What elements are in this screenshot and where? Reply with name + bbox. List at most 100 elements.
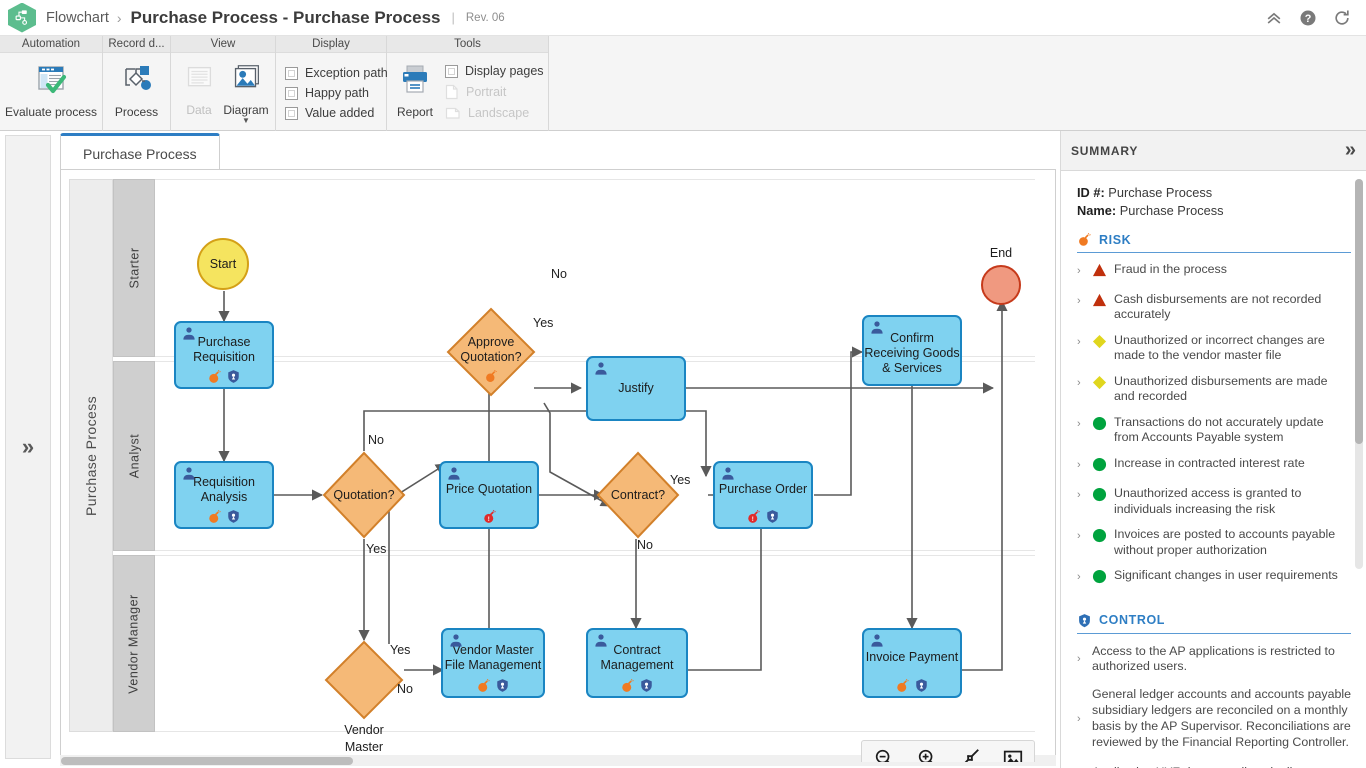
chevron-right-icon[interactable]: › (1077, 415, 1086, 432)
chevron-right-icon[interactable]: › (1077, 292, 1086, 309)
actor-icon (720, 466, 736, 486)
node-quotation-decision[interactable]: Quotation? (322, 451, 406, 539)
ribbon-group-display: Display Exception path Happy path Value … (276, 36, 388, 131)
edge-label-quotation-yes: Yes (366, 542, 387, 556)
node-purchase-requisition[interactable]: Purchase Requisition (174, 321, 274, 389)
diagram-view-label: Diagram (223, 103, 269, 117)
node-label: Purchase Requisition (193, 335, 255, 364)
evaluate-process-button[interactable]: Evaluate process (5, 59, 97, 121)
risk-item-text: Unauthorized or incorrect changes are ma… (1114, 332, 1325, 363)
node-purchase-order[interactable]: Purchase Order ! (713, 461, 813, 529)
summary-id-row: ID #: Purchase Process (1077, 185, 1351, 200)
control-item[interactable]: › Application XYZ does not allow duplica… (1077, 757, 1351, 768)
data-view-button[interactable]: Data (177, 59, 221, 119)
chevron-down-icon[interactable]: ▼ (242, 117, 250, 125)
node-vendor-master-file-management[interactable]: Vendor Master File Management (441, 628, 545, 698)
chevron-right-icon[interactable]: › (1077, 652, 1086, 666)
edge-label-approve-yes: Yes (533, 316, 554, 330)
scrollbar-thumb[interactable] (1355, 179, 1363, 444)
display-pages-checkbox[interactable]: Display pages (445, 64, 544, 78)
chevron-right-icon[interactable]: › (1077, 712, 1086, 726)
risk-item[interactable]: › Increase in contracted interest rate (1077, 451, 1351, 482)
left-panel-rail: » (0, 131, 56, 768)
value-added-checkbox[interactable]: Value added (285, 106, 388, 120)
fit-to-screen-button[interactable] (955, 745, 985, 762)
risk-item[interactable]: › Unauthorized or incorrect changes are … (1077, 328, 1351, 369)
node-invoice-payment[interactable]: Invoice Payment (862, 628, 962, 698)
risk-item[interactable]: › Unauthorized access is granted to indi… (1077, 481, 1351, 522)
chevron-right-icon[interactable]: › (1077, 374, 1086, 391)
diagram-frame[interactable]: Purchase Process Starter Analyst Vendor … (60, 169, 1056, 763)
diagram-view-button[interactable]: Diagram ▼ (223, 59, 269, 126)
node-badges (176, 509, 272, 524)
ribbon-group-view: View Data Diagram ▼ (171, 36, 276, 131)
node-requisition-analysis[interactable]: Requisition Analysis (174, 461, 274, 529)
severity-circle-icon (1092, 486, 1108, 507)
happy-path-label: Happy path (305, 86, 369, 100)
portrait-page-icon (445, 84, 458, 100)
risk-bomb-high-icon: ! (748, 509, 760, 523)
portrait-label: Portrait (466, 85, 507, 99)
exception-path-checkbox[interactable]: Exception path (285, 66, 388, 80)
risk-item[interactable]: › Transactions do not accurately update … (1077, 410, 1351, 451)
chevron-right-icon[interactable]: › (1077, 527, 1086, 544)
breadcrumb-root[interactable]: Flowchart (46, 10, 109, 26)
refresh-icon[interactable] (1332, 8, 1352, 28)
control-shield-icon (916, 679, 927, 692)
tab-bar: Purchase Process (60, 131, 1056, 171)
actor-icon (869, 320, 885, 340)
risk-item-text: Significant changes in user requirements (1114, 568, 1338, 582)
chevron-right-icon[interactable]: › (1077, 456, 1086, 473)
node-confirm-receiving-goods[interactable]: Confirm Receiving Goods & Services (862, 315, 962, 386)
happy-path-checkbox[interactable]: Happy path (285, 86, 388, 100)
expand-left-panel-button[interactable]: » (5, 135, 51, 759)
node-badges: ! (715, 509, 811, 524)
actor-icon (448, 633, 464, 653)
report-printer-icon (403, 65, 427, 93)
process-button[interactable]: Process (109, 59, 164, 121)
node-price-quotation[interactable]: Price Quotation ! (439, 461, 539, 529)
summary-vertical-scrollbar[interactable] (1355, 179, 1363, 569)
title-divider: | (451, 10, 455, 25)
risk-item[interactable]: › Fraud in the process (1077, 257, 1351, 287)
node-approve-quotation[interactable]: Approve Quotation? (446, 307, 536, 397)
risk-item[interactable]: › Invoices are posted to accounts payabl… (1077, 522, 1351, 563)
diagram-icon (234, 65, 259, 88)
control-item-text: Access to the AP applications is restric… (1092, 643, 1335, 674)
risk-bomb-icon (478, 678, 490, 692)
scrollbar-thumb[interactable] (61, 757, 353, 765)
risk-item[interactable]: › Significant changes in user requiremen… (1077, 563, 1351, 594)
node-contract-decision[interactable]: Contract? (596, 451, 680, 539)
risk-item-text: Unauthorized disbursements are made and … (1114, 373, 1328, 404)
node-justify[interactable]: Justify (586, 356, 686, 421)
zoom-out-button[interactable] (869, 745, 899, 762)
landscape-label: Landscape (468, 106, 530, 120)
edge-label-approve-no: No (551, 267, 567, 281)
node-label: Justify (618, 381, 654, 396)
risk-item[interactable]: › Cash disbursements are not recorded ac… (1077, 287, 1351, 328)
chevron-right-icon[interactable]: › (1077, 568, 1086, 585)
risk-item[interactable]: › Unauthorized disbursements are made an… (1077, 369, 1351, 410)
control-item[interactable]: › General ledger accounts and accounts p… (1077, 681, 1351, 757)
tab-label: Purchase Process (83, 145, 197, 162)
zoom-in-button[interactable] (912, 745, 942, 762)
node-start[interactable]: Start (197, 238, 249, 290)
risk-item-text: Increase in contracted interest rate (1114, 455, 1305, 470)
help-icon[interactable]: ? (1298, 8, 1318, 28)
node-contract-management[interactable]: Contract Management (586, 628, 688, 698)
chevron-right-icon[interactable]: › (1077, 262, 1086, 279)
ribbon-group-tools: Tools Report Display pages Portrait Land… (387, 36, 549, 131)
tab-purchase-process[interactable]: Purchase Process (60, 133, 220, 171)
summary-name-row: Name: Purchase Process (1077, 203, 1351, 218)
report-button[interactable]: Report (393, 59, 437, 121)
chevron-right-icon[interactable]: › (1077, 486, 1086, 503)
collapse-ribbon-icon[interactable] (1264, 8, 1284, 28)
control-item[interactable]: › Access to the AP applications is restr… (1077, 638, 1351, 682)
chevron-right-icon[interactable]: › (1077, 333, 1086, 350)
svg-text:!: ! (752, 517, 754, 523)
risk-bomb-icon (209, 369, 221, 383)
summary-name-value: Purchase Process (1119, 203, 1224, 218)
export-image-button[interactable] (998, 745, 1028, 762)
collapse-summary-button[interactable]: » (1345, 139, 1356, 162)
node-end-shape[interactable] (981, 265, 1021, 305)
